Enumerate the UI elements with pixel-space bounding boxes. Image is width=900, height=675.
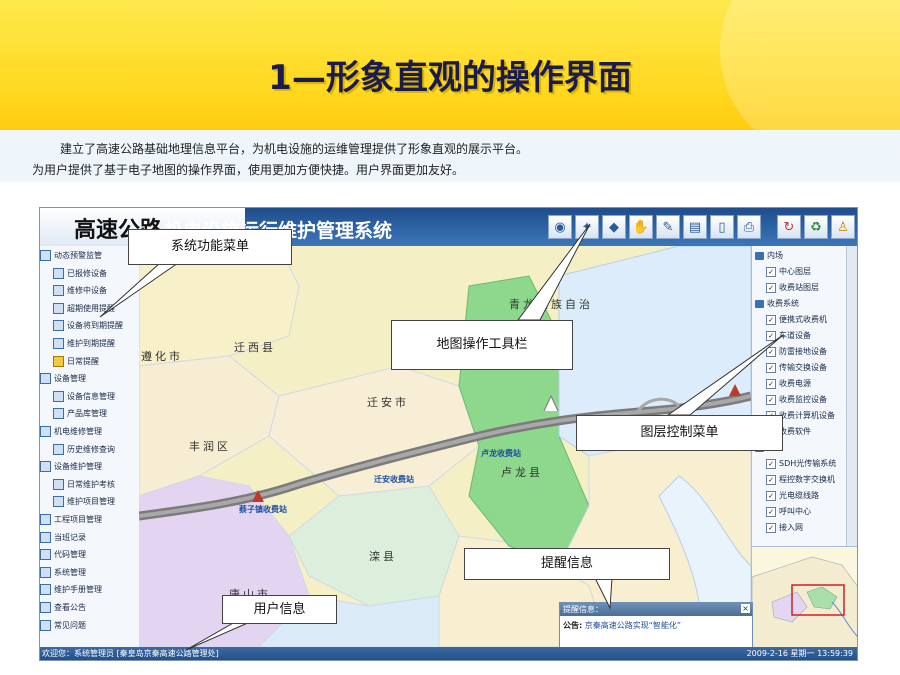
layers-callout: 图层控制菜单	[576, 415, 783, 451]
reminder-callout: 提醒信息	[464, 548, 670, 580]
toolbar-callout: 地图操作工具栏	[391, 320, 573, 370]
user-callout: 用户信息	[222, 595, 337, 624]
reminder-callout-pointer	[594, 577, 613, 610]
menu-callout: 系统功能菜单	[128, 229, 292, 265]
layers-callout-pointer	[666, 334, 784, 416]
toolbar-callout-pointer	[517, 223, 591, 321]
user-callout-pointer	[185, 621, 251, 651]
menu-callout-pointer	[99, 262, 180, 318]
